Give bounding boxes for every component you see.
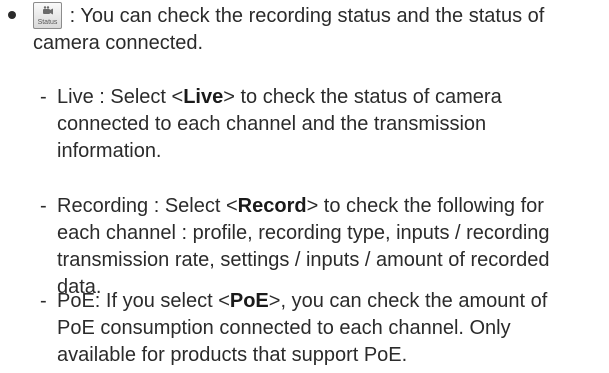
poe-line-2: PoE consumption connected to each channe… xyxy=(57,317,511,339)
record-keyword: Record xyxy=(237,195,307,217)
bullet-dot-icon xyxy=(8,11,16,19)
recording-line-2: each channel : profile, recording type, … xyxy=(57,222,550,244)
live-line-3: information. xyxy=(57,140,162,162)
live-line-1: Live : Select <Live> to check the status… xyxy=(57,86,502,108)
recording-line-1: Recording : Select <Record> to check the… xyxy=(57,195,544,217)
status-button-icon: Status xyxy=(33,2,62,29)
status-line-1: Status : You can check the recording sta… xyxy=(33,2,603,30)
status-text-2: camera connected. xyxy=(33,32,204,54)
status-description: Status : You can check the recording sta… xyxy=(33,2,603,57)
live-dash: - xyxy=(40,86,47,108)
live-keyword: Live xyxy=(183,86,224,108)
manual-page: Status : You can check the recording sta… xyxy=(0,0,609,373)
recording-dash: - xyxy=(40,195,47,217)
poe-dash: - xyxy=(40,290,47,312)
poe-line-3: available for products that support PoE. xyxy=(57,344,408,366)
live-line-2: connected to each channel and the transm… xyxy=(57,113,487,135)
poe-line-1: PoE: If you select <PoE>, you can check … xyxy=(57,290,548,312)
status-text-1: : You can check the recording status and… xyxy=(69,5,545,27)
camera-icon xyxy=(43,6,53,15)
status-button-label: Status xyxy=(37,19,58,26)
poe-keyword: PoE xyxy=(229,290,269,312)
recording-line-3: transmission rate, settings / inputs / a… xyxy=(57,249,550,271)
